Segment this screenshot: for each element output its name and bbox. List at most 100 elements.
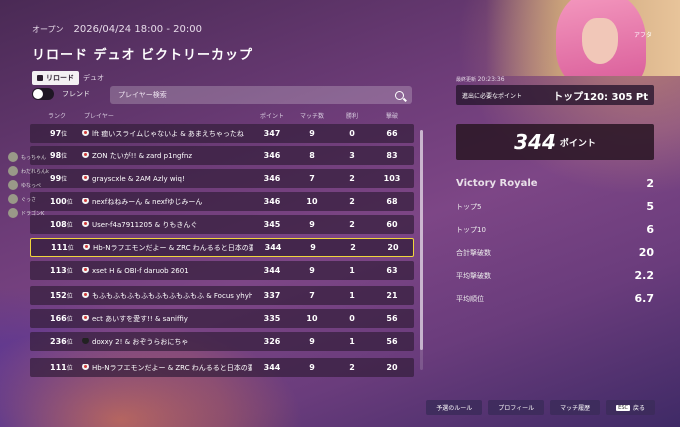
- row-matches: 9: [309, 363, 315, 372]
- side-friend-item[interactable]: ドラゴンK: [8, 206, 49, 220]
- side-friend-name: もっちゃん: [21, 154, 47, 161]
- player-badge-icon: [82, 129, 89, 136]
- table-row[interactable]: 152位 もふもふもふもふもふもふもふもふ & Focus yhyh23 337 7 1…: [30, 286, 414, 305]
- row-players-text: xset H & OBI-f daruob 2601: [92, 266, 189, 275]
- side-friend-name: ゆなっぺ: [21, 182, 42, 189]
- row-matches: 7: [309, 291, 315, 300]
- scrollbar[interactable]: [420, 130, 423, 370]
- row-players-text: Hb-Nラフエモンだよー & ZRC わんるると日本の要茶: [92, 363, 252, 372]
- row-wins: 2: [349, 174, 355, 183]
- side-friend-item[interactable]: もっちゃん: [8, 150, 49, 164]
- back-label: 戻る: [632, 405, 645, 412]
- row-matches: 10: [306, 314, 318, 323]
- side-friend-item[interactable]: ぐっさ: [8, 192, 49, 206]
- rules-button[interactable]: 予選のルール: [426, 400, 483, 415]
- side-friend-name: ドラゴンK: [21, 210, 45, 217]
- row-wins: 2: [349, 197, 355, 206]
- row-players: User-f4a7911205 & りもきんぐ: [82, 220, 252, 229]
- row-points: 345: [263, 220, 281, 229]
- friends-toggle[interactable]: [32, 88, 54, 100]
- table-row[interactable]: 111位 Hb-Nラフエモンだよー & ZRC わんるると日本の要茶 344 9 2 20: [30, 358, 414, 377]
- last-updated-time: 20:23:36: [477, 76, 505, 83]
- row-matches: 9: [310, 243, 316, 252]
- row-kills: 20: [386, 363, 398, 372]
- time-row: オープン 2026/04/24 18:00 - 20:00: [32, 24, 253, 35]
- character-face: [582, 18, 618, 64]
- stat-value: 2: [646, 177, 654, 190]
- row-points: 344: [263, 266, 281, 275]
- row-rank: 97位: [50, 129, 68, 138]
- row-rank: 152位: [50, 291, 73, 300]
- banner-tag: アフタ: [633, 32, 652, 39]
- player-badge-icon: [82, 291, 89, 298]
- row-points: 346: [263, 151, 281, 160]
- footer-buttons: 予選のルール プロフィール マッチ履歴 ESC 戻る: [426, 400, 655, 415]
- row-wins: 2: [349, 363, 355, 372]
- row-wins: 1: [349, 266, 355, 275]
- mode-label: デュオ: [83, 74, 104, 82]
- table-row[interactable]: 99位 grayscxle & 2AM Azly wiq! 346 7 2 103: [30, 169, 414, 188]
- stat-value: 6: [646, 223, 654, 236]
- row-players: nexfねねみーん & nexfゆじみーん: [82, 197, 252, 206]
- match-history-button[interactable]: マッチ履歴: [550, 400, 601, 415]
- row-kills: 68: [386, 197, 398, 206]
- row-points: 335: [263, 314, 281, 323]
- row-points: 344: [264, 243, 282, 252]
- stat-label: トップ5: [456, 202, 482, 211]
- row-rank: 111位: [51, 243, 74, 252]
- table-row[interactable]: 98位 ZON たいが!! & zard p1ngfnz 346 8 3 83: [30, 146, 414, 165]
- row-players-text: grayscxle & 2AM Azly wiq!: [92, 174, 185, 183]
- player-badge-icon: [82, 220, 89, 227]
- player-badge-icon: [82, 174, 89, 181]
- table-row[interactable]: 113位 xset H & OBI-f daruob 2601 344 9 1 63: [30, 261, 414, 280]
- row-players-text: User-f4a7911205 & りもきんぐ: [92, 220, 198, 229]
- row-players-text: Hb-Nラフエモンだよー & ZRC わんるると日本の要茶: [93, 243, 253, 252]
- row-matches: 10: [306, 197, 318, 206]
- row-players-text: もふもふもふもふもふもふもふもふ & Focus yhyh23: [92, 291, 252, 300]
- side-friend-list: もっちゃんわだれらんk ゆなっぺぐっさドラゴンK: [8, 150, 49, 220]
- side-friend-item[interactable]: わだれらんk: [8, 164, 49, 178]
- total-points-unit: ポイント: [559, 138, 596, 149]
- row-matches: 9: [309, 129, 315, 138]
- required-value: トップ120: 305 Pt: [553, 91, 648, 103]
- search-icon[interactable]: [395, 90, 404, 100]
- stat-label: 平均順位: [456, 294, 484, 303]
- row-kills: 20: [387, 243, 399, 252]
- row-players: Hb-Nラフエモンだよー & ZRC わんるると日本の要茶: [83, 243, 253, 252]
- search-input[interactable]: プレイヤー検索: [110, 86, 412, 104]
- profile-button[interactable]: プロフィール: [488, 400, 545, 415]
- total-points: 344: [514, 130, 556, 154]
- row-rank: 113位: [50, 266, 73, 275]
- stat-row: 合計撃破数 20: [456, 241, 654, 264]
- mode-chip-label: リロード: [46, 74, 74, 82]
- row-matches: 8: [309, 151, 315, 160]
- stats-list: Victory Royale 2 トップ5 5 トップ10 6 合計撃破数 20 平均撃破数 2.…: [456, 172, 654, 310]
- table-row[interactable]: 111位 Hb-Nラフエモンだよー & ZRC わんるると日本の要茶 344 9 2 20: [30, 238, 414, 257]
- side-friend-item[interactable]: ゆなっぺ: [8, 178, 49, 192]
- stat-label: 平均撃破数: [456, 271, 491, 280]
- row-players: ect あいすを愛す!! & saniffiy: [82, 314, 252, 323]
- row-players-text: ect あいすを愛す!! & saniffiy: [92, 314, 188, 323]
- stat-value: 20: [638, 246, 654, 259]
- status-label: オープン: [32, 25, 64, 34]
- stat-label: トップ10: [456, 225, 486, 234]
- row-wins: 0: [349, 314, 355, 323]
- table-row[interactable]: 166位 ect あいすを愛す!! & saniffiy 335 10 0 56: [30, 309, 414, 328]
- last-updated: 最終更新 20:23:36: [456, 76, 505, 83]
- row-wins: 1: [349, 337, 355, 346]
- row-wins: 1: [349, 291, 355, 300]
- header-kills: 撃破: [386, 113, 399, 120]
- search-placeholder: プレイヤー検索: [118, 91, 167, 99]
- header-points: ポイント: [260, 113, 285, 120]
- table-row[interactable]: 236位 doxxy 2! & おぞうらおにちゃ 326 9 1 56: [30, 332, 414, 351]
- row-kills: 21: [386, 291, 398, 300]
- player-badge-icon: [82, 314, 89, 321]
- row-wins: 2: [350, 243, 356, 252]
- avatar: [8, 208, 18, 218]
- page-title: リロード デュオ ビクトリーカップ: [32, 48, 254, 63]
- table-row[interactable]: 108位 User-f4a7911205 & りもきんぐ 345 9 2 60: [30, 215, 414, 234]
- last-updated-label: 最終更新: [456, 77, 477, 83]
- back-button[interactable]: ESC 戻る: [606, 400, 655, 415]
- table-row[interactable]: 97位 lft 癒いスライムじゃないよ & あまえちゃったね 347 9 0 66: [30, 124, 414, 143]
- table-row[interactable]: 100位 nexfねねみーん & nexfゆじみーん 346 10 2 68: [30, 192, 414, 211]
